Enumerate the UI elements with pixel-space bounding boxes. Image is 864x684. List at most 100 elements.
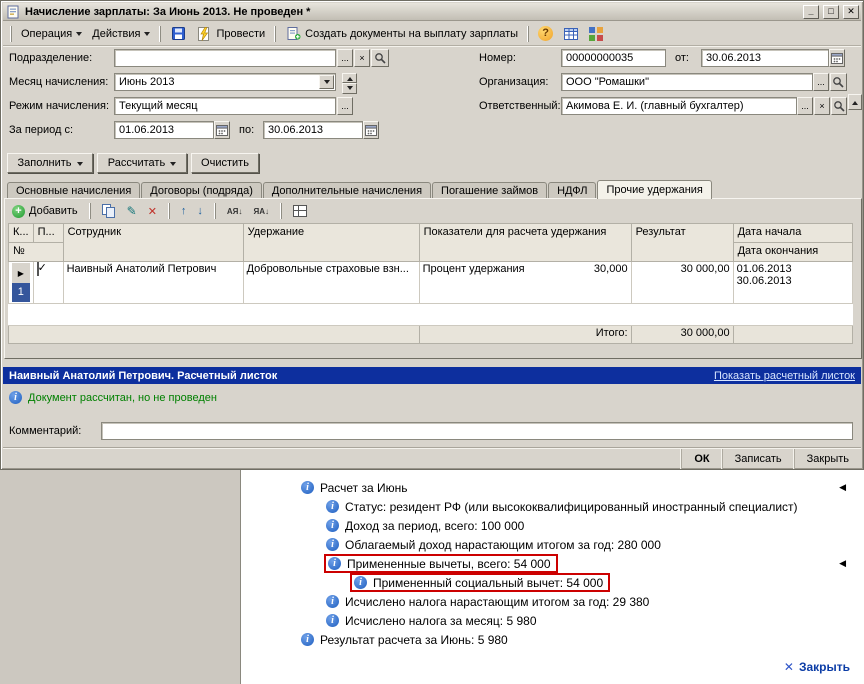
write-button[interactable]: Записать xyxy=(721,448,794,469)
department-choose-button[interactable]: ... xyxy=(337,49,353,67)
responsible-clear-button[interactable]: × xyxy=(814,97,830,115)
expand-marker-icon[interactable]: ◀ xyxy=(839,558,846,569)
col-header-deduction[interactable]: Удержание xyxy=(242,223,420,262)
responsible-choose-button[interactable]: ... xyxy=(797,97,813,115)
add-row-button[interactable]: + Добавить xyxy=(8,202,82,220)
clear-button[interactable]: Очистить xyxy=(191,153,259,173)
create-payout-documents-button[interactable]: Создать документы на выплату зарплаты xyxy=(280,24,523,44)
col-header-date-start[interactable]: Дата начала xyxy=(732,223,853,243)
document-date-calendar-button[interactable] xyxy=(829,49,845,67)
titlebar[interactable]: Начисление зарплаты: За Июнь 2013. Не пр… xyxy=(3,3,861,21)
sort-desc-icon: ЯА↓ xyxy=(253,206,269,216)
collapse-header-button[interactable] xyxy=(848,94,862,110)
sort-descending-button[interactable]: ЯА↓ xyxy=(249,202,273,220)
responsible-input[interactable]: Акимова Е. И. (главный бухгалтер) xyxy=(561,97,797,115)
spin-down-button[interactable] xyxy=(342,83,357,94)
accrual-month-combo[interactable]: Июнь 2013 xyxy=(114,73,336,91)
actions-menu-button[interactable]: Действия xyxy=(87,24,155,44)
cell-result[interactable]: 30 000,00 xyxy=(630,261,734,304)
deductions-table[interactable]: К... П... Сотрудник Удержание Показатели… xyxy=(8,223,853,344)
sort-ascending-button[interactable]: АЯ↓ xyxy=(223,202,247,220)
info-icon: i xyxy=(326,519,339,532)
period-to-calendar-button[interactable] xyxy=(363,121,379,139)
spin-up-button[interactable] xyxy=(342,73,357,83)
delete-row-button[interactable]: ✕ xyxy=(144,202,161,220)
organization-open-button[interactable] xyxy=(830,73,847,91)
minimize-button[interactable]: _ xyxy=(803,4,819,19)
tab-contracts[interactable]: Договоры (подряда) xyxy=(141,182,262,199)
operation-menu-button[interactable]: Операция xyxy=(16,24,87,44)
other-deductions-panel: + Добавить ✎ ✕ ↑ ↓ АЯ↓ ЯА↓ К... П... Сот… xyxy=(4,198,862,359)
month-spin-control[interactable] xyxy=(342,73,357,94)
organization-choose-button[interactable]: ... xyxy=(813,73,829,91)
department-input[interactable] xyxy=(114,49,336,67)
period-from-calendar-button[interactable] xyxy=(214,121,230,139)
department-open-button[interactable] xyxy=(371,49,389,67)
organization-label: Организация: xyxy=(479,76,549,88)
copy-icon xyxy=(101,204,116,218)
dropdown-arrow-icon xyxy=(76,161,83,169)
tab-strip: Основные начисления Договоры (подряда) Д… xyxy=(7,180,851,199)
grid-settings-icon xyxy=(292,205,307,217)
comment-input[interactable] xyxy=(101,422,853,440)
empty-grid-area[interactable] xyxy=(8,303,853,326)
fill-button[interactable]: Заполнить xyxy=(7,153,93,173)
document-status: i Документ рассчитан, но не проведен xyxy=(9,391,217,404)
structure-button[interactable] xyxy=(584,24,608,44)
col-header-employee[interactable]: Сотрудник xyxy=(62,223,244,262)
show-payslip-link[interactable]: Показать расчетный листок xyxy=(714,370,855,382)
cell-deduction[interactable]: Добровольные страховые взн... xyxy=(242,261,420,304)
maximize-button[interactable]: □ xyxy=(823,4,839,19)
period-to-input[interactable]: 30.06.2013 xyxy=(263,121,363,139)
table-row[interactable]: ▶ 1 Наивный Анатолий Петрович Добровольн… xyxy=(8,261,853,304)
document-date-input[interactable]: 30.06.2013 xyxy=(701,49,829,67)
col-header-num[interactable]: № xyxy=(8,242,64,262)
edit-row-button[interactable]: ✎ xyxy=(123,202,141,220)
organization-input[interactable]: ООО "Ромашки" xyxy=(561,73,813,91)
tab-additional-accruals[interactable]: Дополнительные начисления xyxy=(262,182,432,199)
col-header-k[interactable]: К... xyxy=(8,223,34,243)
save-button[interactable] xyxy=(165,24,191,44)
row-flag-cell[interactable] xyxy=(32,261,64,304)
grid-settings-button[interactable] xyxy=(289,202,311,220)
combo-dropdown-button[interactable] xyxy=(319,75,334,89)
cell-dates[interactable]: 01.06.2013 30.06.2013 xyxy=(732,261,853,304)
pencil-icon: ✎ xyxy=(126,204,137,218)
table-view-button[interactable] xyxy=(558,24,584,44)
tab-main-accruals[interactable]: Основные начисления xyxy=(7,182,141,199)
move-row-up-button[interactable]: ↑ xyxy=(177,202,191,220)
period-from-input[interactable]: 01.06.2013 xyxy=(114,121,214,139)
close-button[interactable]: ✕ xyxy=(843,4,859,19)
help-button[interactable]: ? xyxy=(533,24,558,44)
responsible-open-button[interactable] xyxy=(831,97,847,115)
calculate-button[interactable]: Рассчитать xyxy=(97,153,187,173)
accrual-mode-input[interactable]: Текущий месяц xyxy=(114,97,336,115)
department-clear-button[interactable]: × xyxy=(354,49,370,67)
col-header-p[interactable]: П... xyxy=(32,223,64,243)
col-header-indicators[interactable]: Показатели для расчета удержания xyxy=(418,223,632,262)
bottom-button-bar: ОК Записать Закрыть xyxy=(3,447,861,469)
close-window-button[interactable]: Закрыть xyxy=(793,448,861,469)
post-button[interactable]: Провести xyxy=(191,24,270,44)
accrual-mode-choose-button[interactable]: ... xyxy=(337,97,353,115)
main-toolbar: Операция Действия Провести Создать докум… xyxy=(3,22,861,46)
cell-employee[interactable]: Наивный Анатолий Петрович xyxy=(62,261,244,304)
tab-ndfl[interactable]: НДФЛ xyxy=(548,182,597,199)
payslip-close-link[interactable]: ✕ Закрыть xyxy=(784,660,850,674)
tab-other-deductions[interactable]: Прочие удержания xyxy=(597,180,712,199)
copy-row-button[interactable] xyxy=(98,202,120,220)
dropdown-arrow-icon xyxy=(323,80,330,87)
date-end-value: 30.06.2013 xyxy=(736,275,792,287)
ok-button[interactable]: ОК xyxy=(681,448,721,469)
cell-indicators[interactable]: Процент удержания 30,000 xyxy=(418,261,632,304)
row-checkbox[interactable] xyxy=(36,262,39,276)
tab-loan-repayment[interactable]: Погашение займов xyxy=(432,182,548,199)
number-input[interactable]: 00000000035 xyxy=(561,49,666,67)
col-header-result[interactable]: Результат xyxy=(630,223,734,262)
move-row-down-button[interactable]: ↓ xyxy=(193,202,207,220)
calc-line: i Статус: резидент РФ (или высококвалифи… xyxy=(241,497,864,516)
department-label: Подразделение: xyxy=(9,52,93,64)
col-header-date-end[interactable]: Дата окончания xyxy=(732,242,853,262)
expand-marker-icon[interactable]: ◀ xyxy=(839,482,846,493)
info-icon: i xyxy=(326,538,339,551)
